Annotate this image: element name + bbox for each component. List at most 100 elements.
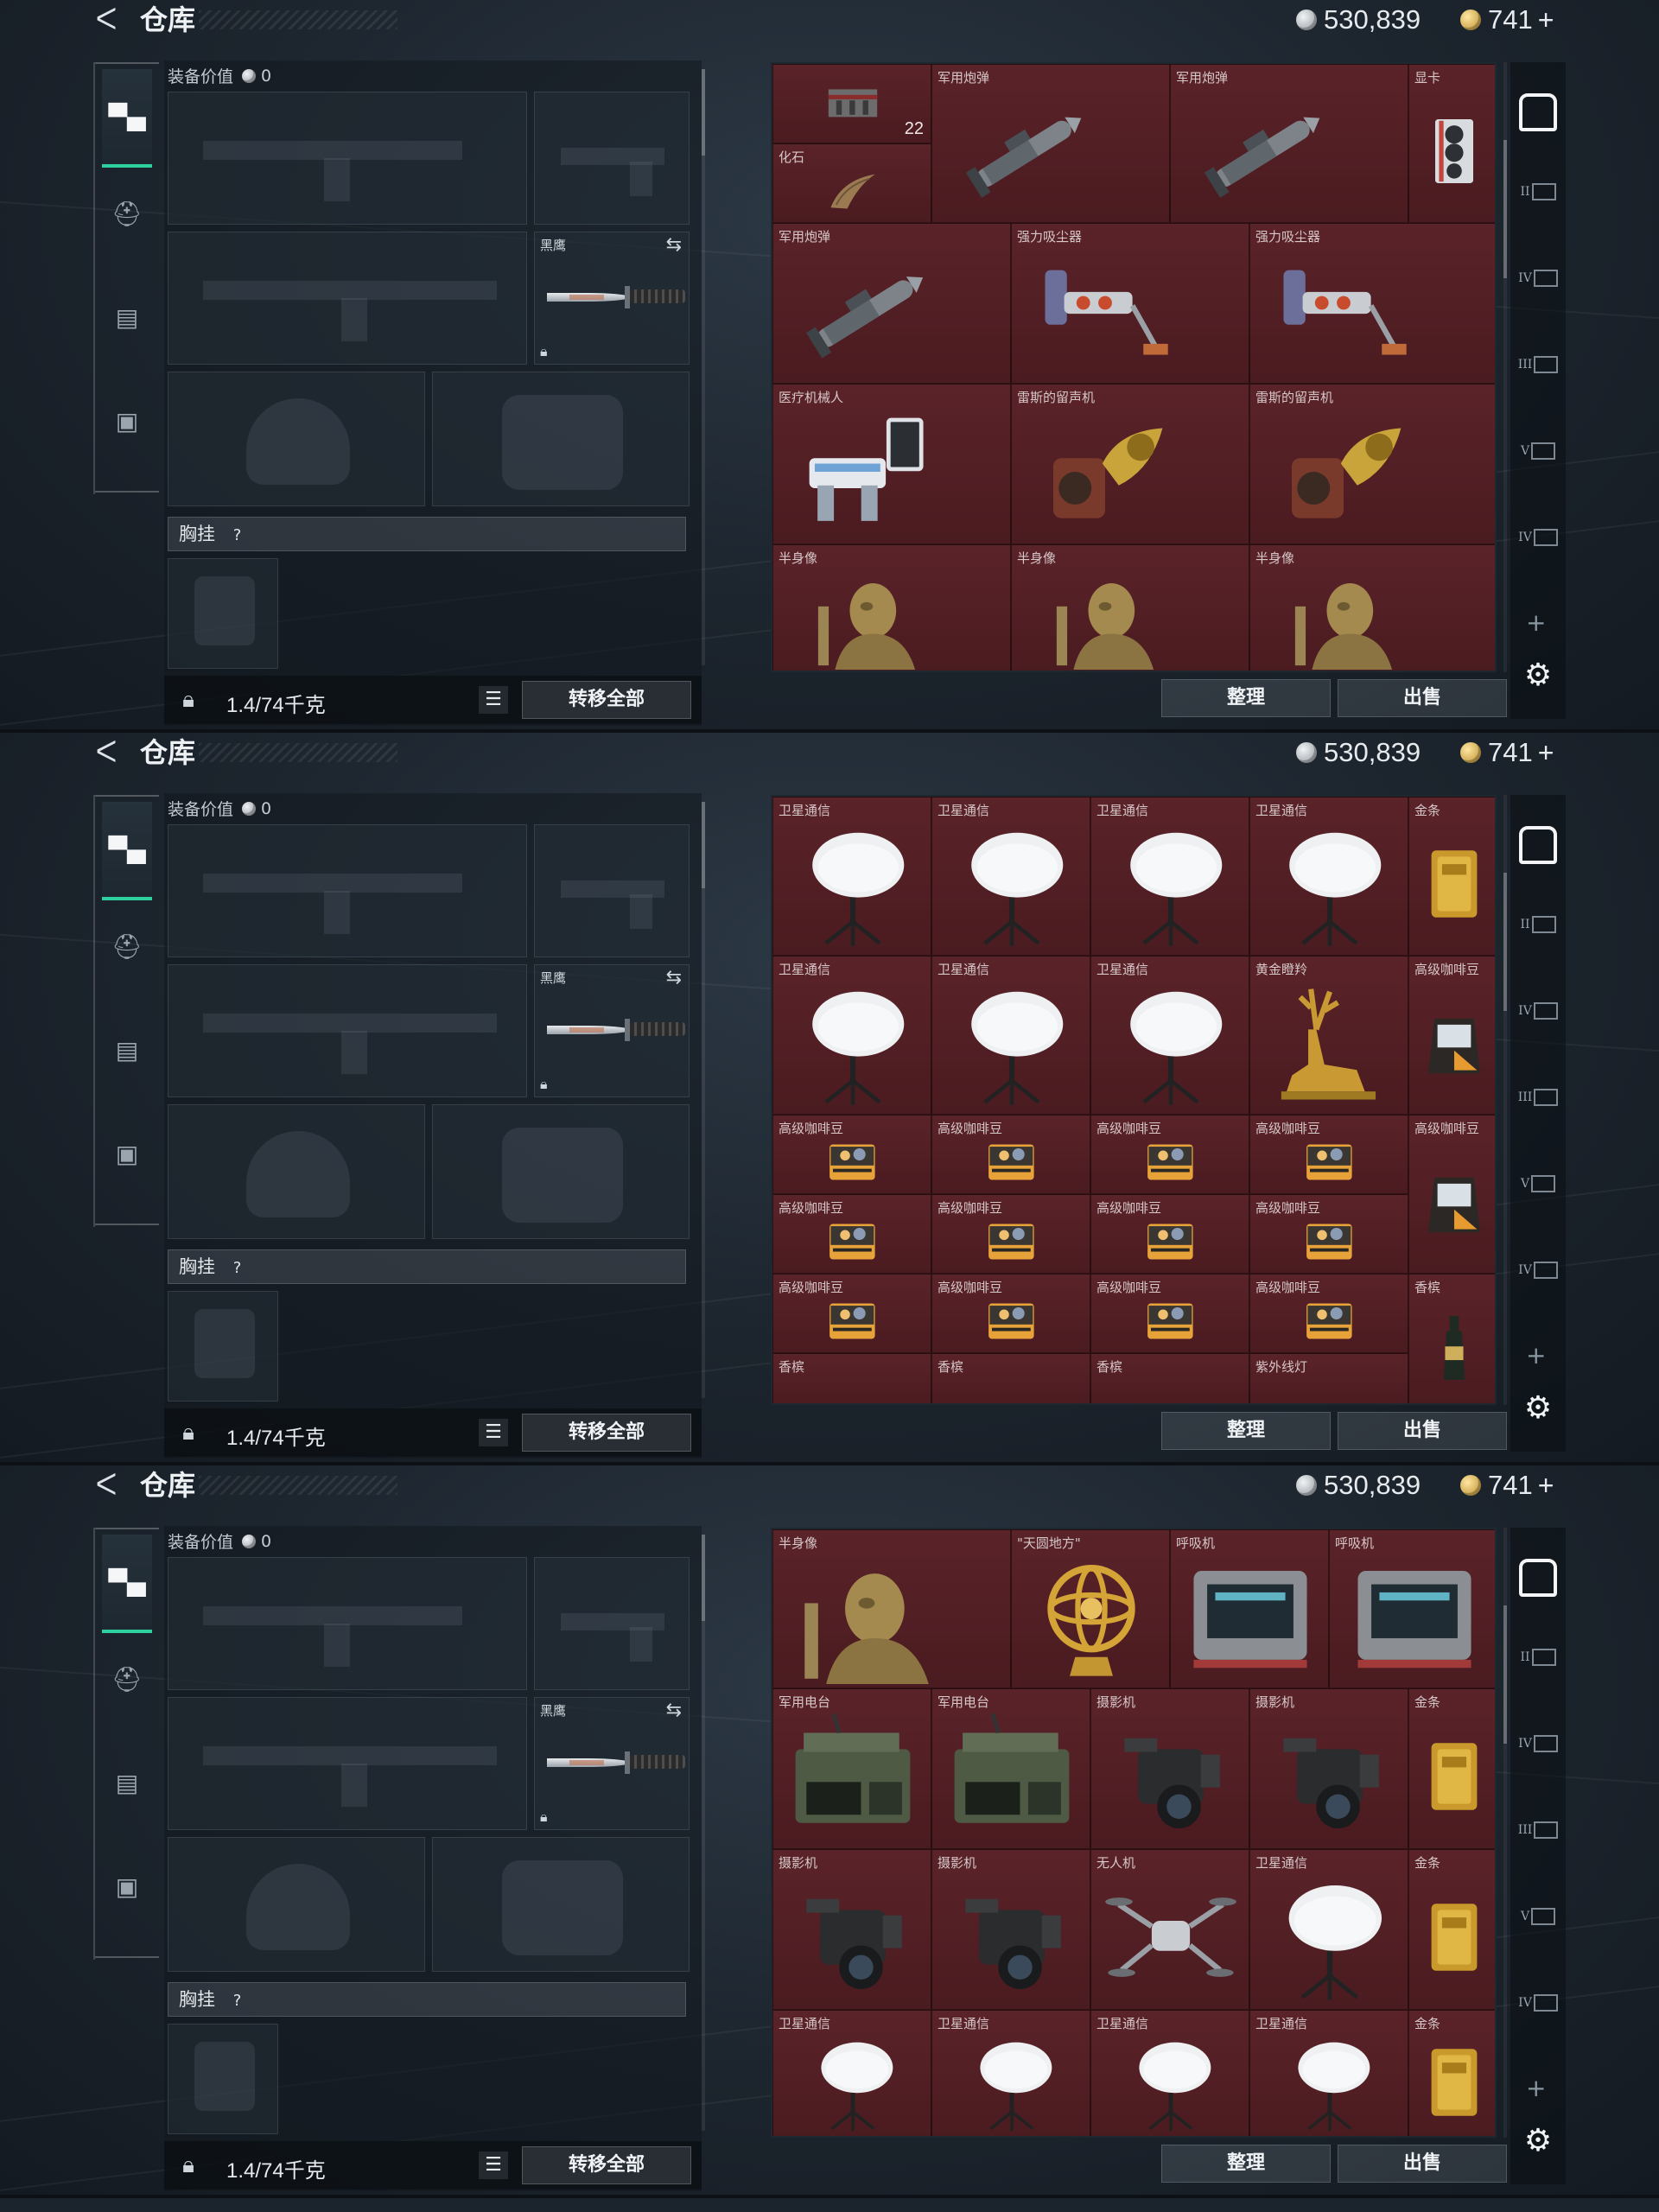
- storage-item[interactable]: 化石: [772, 143, 931, 223]
- add-gold-button[interactable]: +: [1538, 4, 1554, 36]
- armor-slot[interactable]: [432, 1104, 690, 1239]
- storage-item[interactable]: 卫星通信: [1090, 797, 1249, 956]
- storage-item[interactable]: 卫星通信: [772, 797, 931, 956]
- storage-item[interactable]: 高级咖啡豆: [1249, 1194, 1408, 1274]
- storage-item[interactable]: 卫星通信: [931, 2010, 1090, 2136]
- storage-tab[interactable]: IV: [1517, 990, 1559, 1032]
- storage-item[interactable]: 高级咖啡豆: [1408, 1115, 1495, 1274]
- pistol-slot[interactable]: [534, 824, 690, 957]
- storage-item[interactable]: 军用电台: [772, 1688, 931, 1849]
- storage-item[interactable]: 摄影机: [1249, 1688, 1408, 1849]
- storage-item[interactable]: 卫星通信: [931, 797, 1090, 956]
- storage-item[interactable]: 卫星通信: [1090, 956, 1249, 1115]
- backpack-slot[interactable]: [168, 558, 278, 669]
- storage-item[interactable]: 雷斯的留声机: [1011, 384, 1249, 544]
- storage-item[interactable]: 高级咖啡豆: [1090, 1274, 1249, 1353]
- back-button[interactable]: ᐸ: [92, 1469, 121, 1502]
- home-icon[interactable]: [1519, 93, 1557, 131]
- storage-item[interactable]: 半身像: [1249, 544, 1495, 671]
- helmet-slot[interactable]: [168, 1837, 425, 1972]
- storage-item[interactable]: 金条: [1408, 2010, 1495, 2136]
- storage-item[interactable]: 高级咖啡豆: [772, 1274, 931, 1353]
- swap-icon[interactable]: ⇆: [666, 1700, 682, 1721]
- sort-button[interactable]: 整理: [1161, 1412, 1331, 1450]
- chest-rig-bar[interactable]: 胸挂 ?: [168, 1982, 686, 2017]
- storage-item[interactable]: 高级咖啡豆: [1090, 1115, 1249, 1194]
- pistol-slot[interactable]: [534, 1557, 690, 1690]
- equipment-scrollbar[interactable]: [702, 69, 705, 665]
- sell-button[interactable]: 出售: [1338, 679, 1507, 717]
- storage-item[interactable]: 医疗机械人: [772, 384, 1011, 544]
- storage-item[interactable]: 高级咖啡豆: [931, 1115, 1090, 1194]
- storage-item[interactable]: 高级咖啡豆: [1249, 1115, 1408, 1194]
- chest-rig-bar[interactable]: 胸挂 ?: [168, 1249, 686, 1284]
- storage-scrollbar[interactable]: [1503, 795, 1507, 1405]
- melee-slot[interactable]: 黑鹰 ⇆ 🔒︎: [534, 964, 690, 1097]
- armor-slot[interactable]: [432, 1837, 690, 1972]
- storage-item[interactable]: 香槟: [1408, 1274, 1495, 1403]
- help-icon[interactable]: ?: [233, 1259, 242, 1277]
- nav-backpack[interactable]: ▣: [102, 1123, 152, 1184]
- storage-tab[interactable]: IV: [1517, 257, 1559, 299]
- lock-button[interactable]: 🔒︎: [171, 2148, 206, 2183]
- storage-item[interactable]: 紫外线灯: [1249, 1353, 1408, 1403]
- storage-item[interactable]: 卫星通信: [1090, 2010, 1249, 2136]
- storage-item[interactable]: 强力吸尘器: [1249, 223, 1495, 384]
- backpack-slot[interactable]: [168, 1291, 278, 1402]
- storage-item[interactable]: 高级咖啡豆: [1249, 1274, 1408, 1353]
- nav-helmet[interactable]: ⛑: [102, 1649, 152, 1709]
- equipment-scrollbar[interactable]: [702, 1535, 705, 2131]
- storage-tab[interactable]: IV: [1517, 1982, 1559, 2024]
- storage-item[interactable]: 香槟: [931, 1353, 1090, 1403]
- pistol-slot[interactable]: [534, 92, 690, 225]
- primary-weapon-slot[interactable]: [168, 1557, 527, 1690]
- helmet-slot[interactable]: [168, 1104, 425, 1239]
- add-storage-tab-button[interactable]: +: [1526, 1341, 1546, 1370]
- storage-scrollbar[interactable]: [1503, 1528, 1507, 2138]
- storage-item[interactable]: "天圆地方": [1011, 1529, 1170, 1688]
- secondary-weapon-slot[interactable]: [168, 1697, 527, 1830]
- equipment-scrollbar[interactable]: [702, 802, 705, 1398]
- storage-item[interactable]: 军用炮弹: [1170, 64, 1408, 223]
- storage-item[interactable]: 摄影机: [772, 1849, 931, 2010]
- nav-armor[interactable]: ▤: [102, 287, 152, 347]
- helmet-slot[interactable]: [168, 372, 425, 506]
- swap-icon[interactable]: ⇆: [666, 967, 682, 988]
- add-storage-tab-button[interactable]: +: [1526, 608, 1546, 637]
- storage-item[interactable]: 高级咖啡豆: [772, 1115, 931, 1194]
- nav-helmet[interactable]: ⛑: [102, 183, 152, 244]
- gear-icon[interactable]: ⚙: [1521, 2124, 1555, 2158]
- storage-tab[interactable]: III: [1517, 344, 1559, 385]
- help-icon[interactable]: ?: [233, 1992, 242, 2010]
- storage-tab[interactable]: IV: [1517, 517, 1559, 558]
- storage-tab[interactable]: IV: [1517, 1723, 1559, 1764]
- nav-weapons[interactable]: ▀▄: [102, 802, 152, 900]
- nav-backpack[interactable]: ▣: [102, 391, 152, 451]
- storage-item[interactable]: 半身像: [1011, 544, 1249, 671]
- transfer-all-button[interactable]: 转移全部: [522, 2146, 691, 2184]
- storage-item[interactable]: 金条: [1408, 1849, 1495, 2010]
- storage-tab[interactable]: IV: [1517, 1249, 1559, 1291]
- melee-slot[interactable]: 黑鹰 ⇆ 🔒︎: [534, 232, 690, 365]
- storage-item[interactable]: 高级咖啡豆: [772, 1194, 931, 1274]
- add-gold-button[interactable]: +: [1538, 1470, 1554, 1502]
- storage-item[interactable]: 呼吸机: [1329, 1529, 1495, 1688]
- storage-item[interactable]: 强力吸尘器: [1011, 223, 1249, 384]
- storage-item[interactable]: 22: [772, 64, 931, 143]
- list-view-button[interactable]: ☰: [479, 1419, 508, 1446]
- lock-button[interactable]: 🔒︎: [171, 1415, 206, 1450]
- storage-item[interactable]: 显卡: [1408, 64, 1495, 223]
- armor-slot[interactable]: [432, 372, 690, 506]
- storage-item[interactable]: 金条: [1408, 1688, 1495, 1849]
- storage-tab[interactable]: II: [1517, 171, 1559, 213]
- storage-scrollbar[interactable]: [1503, 62, 1507, 672]
- storage-tab[interactable]: V: [1517, 1163, 1559, 1205]
- gear-icon[interactable]: ⚙: [1521, 658, 1555, 693]
- storage-item[interactable]: 金条: [1408, 797, 1495, 956]
- storage-item[interactable]: 半身像: [772, 1529, 1011, 1688]
- storage-item[interactable]: 香槟: [1090, 1353, 1249, 1403]
- nav-backpack[interactable]: ▣: [102, 1856, 152, 1916]
- storage-item[interactable]: 卫星通信: [1249, 2010, 1408, 2136]
- sort-button[interactable]: 整理: [1161, 679, 1331, 717]
- storage-item[interactable]: 高级咖啡豆: [931, 1194, 1090, 1274]
